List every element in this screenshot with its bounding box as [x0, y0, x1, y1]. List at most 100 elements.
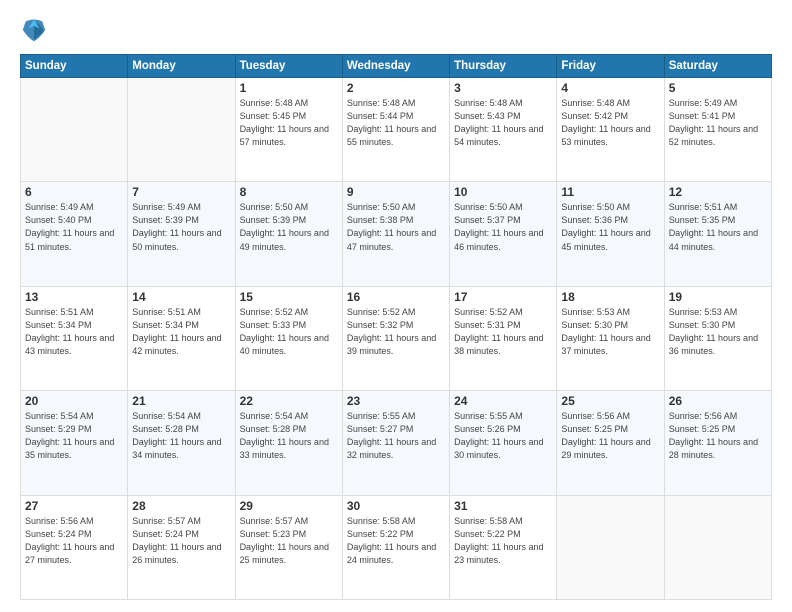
calendar-cell: 4Sunrise: 5:48 AM Sunset: 5:42 PM Daylig…	[557, 78, 664, 182]
day-info: Sunrise: 5:58 AM Sunset: 5:22 PM Dayligh…	[454, 515, 552, 567]
calendar-cell: 26 Sunrise: 5:56 AM Sunset: 5:25 PM Dayli…	[664, 391, 771, 495]
calendar-cell: 6 Sunrise: 5:49 AM Sunset: 5:40 PM Daylig…	[21, 182, 128, 286]
calendar-cell: 16 Sunrise: 5:52 AM Sunset: 5:32 PM Dayli…	[342, 286, 449, 390]
day-number: 18	[561, 290, 659, 304]
day-info: Sunrise: 5:49 AM Sunset: 5:41 PM Dayligh…	[669, 97, 767, 149]
day-number: 19	[669, 290, 767, 304]
logo-icon	[20, 16, 48, 44]
calendar-week-row: 27 Sunrise: 5:56 AM Sunset: 5:24 PM Dayli…	[21, 495, 772, 599]
day-info: Sunrise: 5:53 AM Sunset: 5:30 PM Dayligh…	[669, 306, 767, 358]
day-number: 6	[25, 185, 123, 199]
day-info: Sunrise: 5:48 AM Sunset: 5:45 PM Dayligh…	[240, 97, 338, 149]
calendar-cell: 22Sunrise: 5:54 AM Sunset: 5:28 PM Dayli…	[235, 391, 342, 495]
day-number: 28	[132, 499, 230, 513]
day-number: 14	[132, 290, 230, 304]
day-number: 10	[454, 185, 552, 199]
day-info: Sunrise: 5:54 AM Sunset: 5:28 PM Dayligh…	[132, 410, 230, 462]
day-number: 5	[669, 81, 767, 95]
calendar-cell: 2Sunrise: 5:48 AM Sunset: 5:44 PM Daylig…	[342, 78, 449, 182]
calendar-cell: 5 Sunrise: 5:49 AM Sunset: 5:41 PM Daylig…	[664, 78, 771, 182]
day-info: Sunrise: 5:55 AM Sunset: 5:26 PM Dayligh…	[454, 410, 552, 462]
calendar-cell: 25 Sunrise: 5:56 AM Sunset: 5:25 PM Dayli…	[557, 391, 664, 495]
day-header-tuesday: Tuesday	[235, 55, 342, 78]
logo	[20, 16, 54, 44]
day-info: Sunrise: 5:56 AM Sunset: 5:25 PM Dayligh…	[669, 410, 767, 462]
day-info: Sunrise: 5:55 AM Sunset: 5:27 PM Dayligh…	[347, 410, 445, 462]
calendar-cell: 8 Sunrise: 5:50 AM Sunset: 5:39 PM Daylig…	[235, 182, 342, 286]
day-number: 17	[454, 290, 552, 304]
calendar-cell	[664, 495, 771, 599]
day-info: Sunrise: 5:48 AM Sunset: 5:43 PM Dayligh…	[454, 97, 552, 149]
calendar-cell: 9Sunrise: 5:50 AM Sunset: 5:38 PM Daylig…	[342, 182, 449, 286]
day-number: 26	[669, 394, 767, 408]
calendar-cell: 18 Sunrise: 5:53 AM Sunset: 5:30 PM Dayli…	[557, 286, 664, 390]
calendar-cell	[128, 78, 235, 182]
day-number: 25	[561, 394, 659, 408]
day-info: Sunrise: 5:53 AM Sunset: 5:30 PM Dayligh…	[561, 306, 659, 358]
day-info: Sunrise: 5:50 AM Sunset: 5:39 PM Dayligh…	[240, 201, 338, 253]
day-number: 31	[454, 499, 552, 513]
day-number: 1	[240, 81, 338, 95]
calendar-cell: 3 Sunrise: 5:48 AM Sunset: 5:43 PM Daylig…	[450, 78, 557, 182]
day-info: Sunrise: 5:57 AM Sunset: 5:23 PM Dayligh…	[240, 515, 338, 567]
day-number: 13	[25, 290, 123, 304]
page: SundayMondayTuesdayWednesdayThursdayFrid…	[0, 0, 792, 612]
day-header-sunday: Sunday	[21, 55, 128, 78]
calendar-cell	[21, 78, 128, 182]
day-header-friday: Friday	[557, 55, 664, 78]
day-number: 16	[347, 290, 445, 304]
day-info: Sunrise: 5:51 AM Sunset: 5:35 PM Dayligh…	[669, 201, 767, 253]
day-info: Sunrise: 5:58 AM Sunset: 5:22 PM Dayligh…	[347, 515, 445, 567]
day-number: 3	[454, 81, 552, 95]
day-number: 27	[25, 499, 123, 513]
day-number: 12	[669, 185, 767, 199]
day-info: Sunrise: 5:52 AM Sunset: 5:32 PM Dayligh…	[347, 306, 445, 358]
header	[20, 16, 772, 44]
calendar-cell: 10 Sunrise: 5:50 AM Sunset: 5:37 PM Dayli…	[450, 182, 557, 286]
calendar-cell: 11 Sunrise: 5:50 AM Sunset: 5:36 PM Dayli…	[557, 182, 664, 286]
calendar-cell: 14Sunrise: 5:51 AM Sunset: 5:34 PM Dayli…	[128, 286, 235, 390]
day-header-monday: Monday	[128, 55, 235, 78]
day-info: Sunrise: 5:50 AM Sunset: 5:37 PM Dayligh…	[454, 201, 552, 253]
day-info: Sunrise: 5:52 AM Sunset: 5:31 PM Dayligh…	[454, 306, 552, 358]
calendar-cell: 19 Sunrise: 5:53 AM Sunset: 5:30 PM Dayli…	[664, 286, 771, 390]
day-number: 21	[132, 394, 230, 408]
day-number: 4	[561, 81, 659, 95]
day-number: 24	[454, 394, 552, 408]
day-number: 8	[240, 185, 338, 199]
calendar-week-row: 6 Sunrise: 5:49 AM Sunset: 5:40 PM Daylig…	[21, 182, 772, 286]
day-info: Sunrise: 5:50 AM Sunset: 5:38 PM Dayligh…	[347, 201, 445, 253]
calendar-cell: 15Sunrise: 5:52 AM Sunset: 5:33 PM Dayli…	[235, 286, 342, 390]
day-info: Sunrise: 5:48 AM Sunset: 5:44 PM Dayligh…	[347, 97, 445, 149]
calendar-cell: 13Sunrise: 5:51 AM Sunset: 5:34 PM Dayli…	[21, 286, 128, 390]
calendar-body: 1 Sunrise: 5:48 AM Sunset: 5:45 PM Daylig…	[21, 78, 772, 600]
day-info: Sunrise: 5:54 AM Sunset: 5:29 PM Dayligh…	[25, 410, 123, 462]
calendar-week-row: 20 Sunrise: 5:54 AM Sunset: 5:29 PM Dayli…	[21, 391, 772, 495]
day-info: Sunrise: 5:49 AM Sunset: 5:40 PM Dayligh…	[25, 201, 123, 253]
calendar-table: SundayMondayTuesdayWednesdayThursdayFrid…	[20, 54, 772, 600]
day-number: 23	[347, 394, 445, 408]
calendar-cell: 17 Sunrise: 5:52 AM Sunset: 5:31 PM Dayli…	[450, 286, 557, 390]
calendar-header: SundayMondayTuesdayWednesdayThursdayFrid…	[21, 55, 772, 78]
day-info: Sunrise: 5:56 AM Sunset: 5:25 PM Dayligh…	[561, 410, 659, 462]
day-info: Sunrise: 5:54 AM Sunset: 5:28 PM Dayligh…	[240, 410, 338, 462]
day-info: Sunrise: 5:57 AM Sunset: 5:24 PM Dayligh…	[132, 515, 230, 567]
day-number: 7	[132, 185, 230, 199]
day-info: Sunrise: 5:49 AM Sunset: 5:39 PM Dayligh…	[132, 201, 230, 253]
calendar-cell: 28 Sunrise: 5:57 AM Sunset: 5:24 PM Dayli…	[128, 495, 235, 599]
day-info: Sunrise: 5:50 AM Sunset: 5:36 PM Dayligh…	[561, 201, 659, 253]
day-header-thursday: Thursday	[450, 55, 557, 78]
calendar-cell: 23 Sunrise: 5:55 AM Sunset: 5:27 PM Dayli…	[342, 391, 449, 495]
calendar-cell	[557, 495, 664, 599]
day-number: 11	[561, 185, 659, 199]
day-info: Sunrise: 5:56 AM Sunset: 5:24 PM Dayligh…	[25, 515, 123, 567]
day-number: 30	[347, 499, 445, 513]
calendar-cell: 21 Sunrise: 5:54 AM Sunset: 5:28 PM Dayli…	[128, 391, 235, 495]
day-header-wednesday: Wednesday	[342, 55, 449, 78]
calendar-week-row: 1 Sunrise: 5:48 AM Sunset: 5:45 PM Daylig…	[21, 78, 772, 182]
calendar-cell: 24 Sunrise: 5:55 AM Sunset: 5:26 PM Dayli…	[450, 391, 557, 495]
calendar-cell: 27 Sunrise: 5:56 AM Sunset: 5:24 PM Dayli…	[21, 495, 128, 599]
day-info: Sunrise: 5:52 AM Sunset: 5:33 PM Dayligh…	[240, 306, 338, 358]
day-number: 20	[25, 394, 123, 408]
calendar-week-row: 13Sunrise: 5:51 AM Sunset: 5:34 PM Dayli…	[21, 286, 772, 390]
